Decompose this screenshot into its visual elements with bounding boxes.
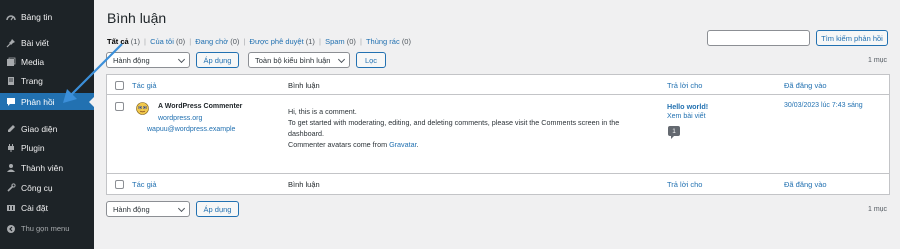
status-filter-links: Tất cả (1) | Của tôi (0) | Đang chờ (0) …: [107, 37, 411, 46]
page-title: Bình luận: [107, 10, 167, 26]
comments-table: Tác giả Bình luận Trả lời cho Đã đăng và…: [106, 74, 890, 195]
column-response[interactable]: Trả lời cho: [667, 81, 702, 90]
search-comments-input[interactable]: [707, 30, 810, 46]
sidebar-item-comments[interactable]: Phản hồi: [0, 93, 94, 110]
filter-approved[interactable]: Được phê duyệt: [250, 37, 304, 46]
comment-count-bubble[interactable]: 1: [668, 126, 680, 139]
collapse-menu-button[interactable]: Thu gọn menu: [0, 220, 94, 237]
sidebar-item-dashboard[interactable]: Bảng tin: [0, 8, 94, 25]
comment-count: 1: [672, 127, 676, 135]
chevron-down-icon: [177, 55, 186, 64]
chevron-down-icon: [337, 55, 346, 64]
author-url[interactable]: wordpress.org: [158, 115, 202, 122]
tools-icon: [6, 182, 16, 193]
sidebar-item-label: Trang: [21, 75, 43, 86]
comment-type-value: Toàn bộ kiểu bình luận: [255, 55, 331, 65]
sidebar-item-posts[interactable]: Bài viết: [0, 34, 94, 51]
users-icon: [6, 163, 16, 173]
comment-type-select[interactable]: Toàn bộ kiểu bình luận: [248, 52, 350, 68]
sidebar-item-plugins[interactable]: Plugin: [0, 139, 94, 156]
filter-all[interactable]: Tất cả: [107, 37, 129, 46]
bulk-action-value: Hành động: [113, 55, 150, 65]
comment-text-part: Commenter avatars come from: [288, 140, 390, 149]
items-count: 1 mục: [868, 206, 888, 213]
pin-icon: [6, 38, 16, 48]
column-date[interactable]: Đã đăng vào: [784, 81, 827, 90]
search-comments-button[interactable]: Tìm kiếm phản hồi: [816, 30, 888, 46]
comment-line: Commenter avatars come from Gravatar.: [288, 139, 640, 150]
comment-line: To get started with moderating, editing,…: [288, 118, 620, 127]
gravatar-link[interactable]: Gravatar: [389, 140, 417, 149]
page-icon: [6, 76, 16, 86]
items-count: 1 mục: [868, 57, 888, 64]
sidebar-item-label: Thành viên: [21, 162, 64, 173]
table-row: A WordPress Commenter wordpress.org wapu…: [107, 96, 889, 173]
select-all-checkbox[interactable]: [115, 81, 124, 90]
select-all-checkbox[interactable]: [115, 180, 124, 189]
main-content: Bình luận Tất cả (1) | Của tôi (0) | Đan…: [94, 0, 900, 249]
table-header: Tác giả Bình luận Trả lời cho Đã đăng và…: [107, 75, 889, 95]
author-name: A WordPress Commenter: [158, 103, 243, 110]
column-comment: Bình luận: [288, 180, 320, 189]
filter-count: (0): [175, 37, 186, 46]
comment-line: Hi, this is a comment.: [288, 107, 357, 116]
bulk-action-select[interactable]: Hành động: [106, 52, 190, 68]
bulk-action-value: Hành động: [113, 204, 150, 214]
table-footer: Tác giả Bình luận Trả lời cho Đã đăng và…: [107, 173, 889, 194]
filter-count: (0): [346, 37, 356, 46]
sidebar-item-tools[interactable]: Công cụ: [0, 179, 94, 196]
apply-button[interactable]: Áp dụng: [196, 52, 239, 68]
comments-icon: [6, 97, 16, 107]
column-response[interactable]: Trả lời cho: [667, 180, 702, 189]
filter-spam[interactable]: Spam: [325, 37, 345, 46]
apply-button-bottom[interactable]: Áp dụng: [196, 201, 239, 217]
media-icon: [6, 57, 16, 67]
view-post-link[interactable]: Xem bài viết: [667, 113, 706, 120]
appearance-icon: [6, 124, 16, 134]
sidebar-item-users[interactable]: Thành viên: [0, 159, 94, 176]
avatar: [136, 102, 149, 115]
filter-count: (0): [401, 37, 411, 46]
author-email[interactable]: wapuu@wordpress.example: [147, 126, 235, 133]
column-author[interactable]: Tác giả: [132, 180, 157, 189]
dashboard-icon: [6, 12, 16, 22]
response-post-link[interactable]: Hello world!: [667, 102, 708, 111]
plugin-icon: [6, 143, 16, 153]
filter-button[interactable]: Lọc: [356, 52, 386, 68]
sidebar-item-label: Phản hồi: [21, 96, 55, 107]
comment-text-part: .: [416, 140, 419, 149]
sidebar-item-appearance[interactable]: Giao diện: [0, 120, 94, 137]
settings-icon: [6, 203, 16, 213]
comment-text: Hi, this is a comment. To get started wi…: [288, 106, 640, 150]
sidebar-item-label: Giao diện: [21, 123, 58, 134]
column-comment: Bình luận: [288, 81, 320, 90]
sidebar-item-label: Bảng tin: [21, 11, 53, 22]
sidebar-item-label: Công cụ: [21, 182, 53, 193]
bulk-action-select-bottom[interactable]: Hành động: [106, 201, 190, 217]
filter-trash[interactable]: Thùng rác: [366, 37, 400, 46]
sidebar-item-label: Cài đặt: [21, 202, 48, 213]
filter-count: (0): [230, 37, 240, 46]
filter-count: (1): [130, 37, 140, 46]
chevron-down-icon: [177, 204, 186, 213]
admin-sidebar: Bảng tin Bài viết Media Trang Phản hồi G…: [0, 0, 94, 249]
filter-count: (1): [305, 37, 315, 46]
collapse-icon: [6, 224, 16, 234]
sidebar-item-media[interactable]: Media: [0, 53, 94, 70]
filter-mine[interactable]: Của tôi: [150, 37, 174, 46]
sidebar-item-settings[interactable]: Cài đặt: [0, 199, 94, 216]
sidebar-item-pages[interactable]: Trang: [0, 72, 94, 89]
column-date[interactable]: Đã đăng vào: [784, 180, 827, 189]
comment-date-link[interactable]: 30/03/2023 lúc 7:43 sáng: [784, 102, 863, 109]
sidebar-item-label: Plugin: [21, 142, 45, 153]
row-checkbox[interactable]: [115, 102, 124, 111]
column-author[interactable]: Tác giả: [132, 81, 157, 90]
sidebar-item-label: Bài viết: [21, 37, 49, 48]
filter-pending[interactable]: Đang chờ: [195, 37, 228, 46]
collapse-menu-label: Thu gọn menu: [21, 224, 70, 233]
sidebar-item-label: Media: [21, 56, 45, 67]
comment-line: dashboard.: [288, 129, 324, 138]
